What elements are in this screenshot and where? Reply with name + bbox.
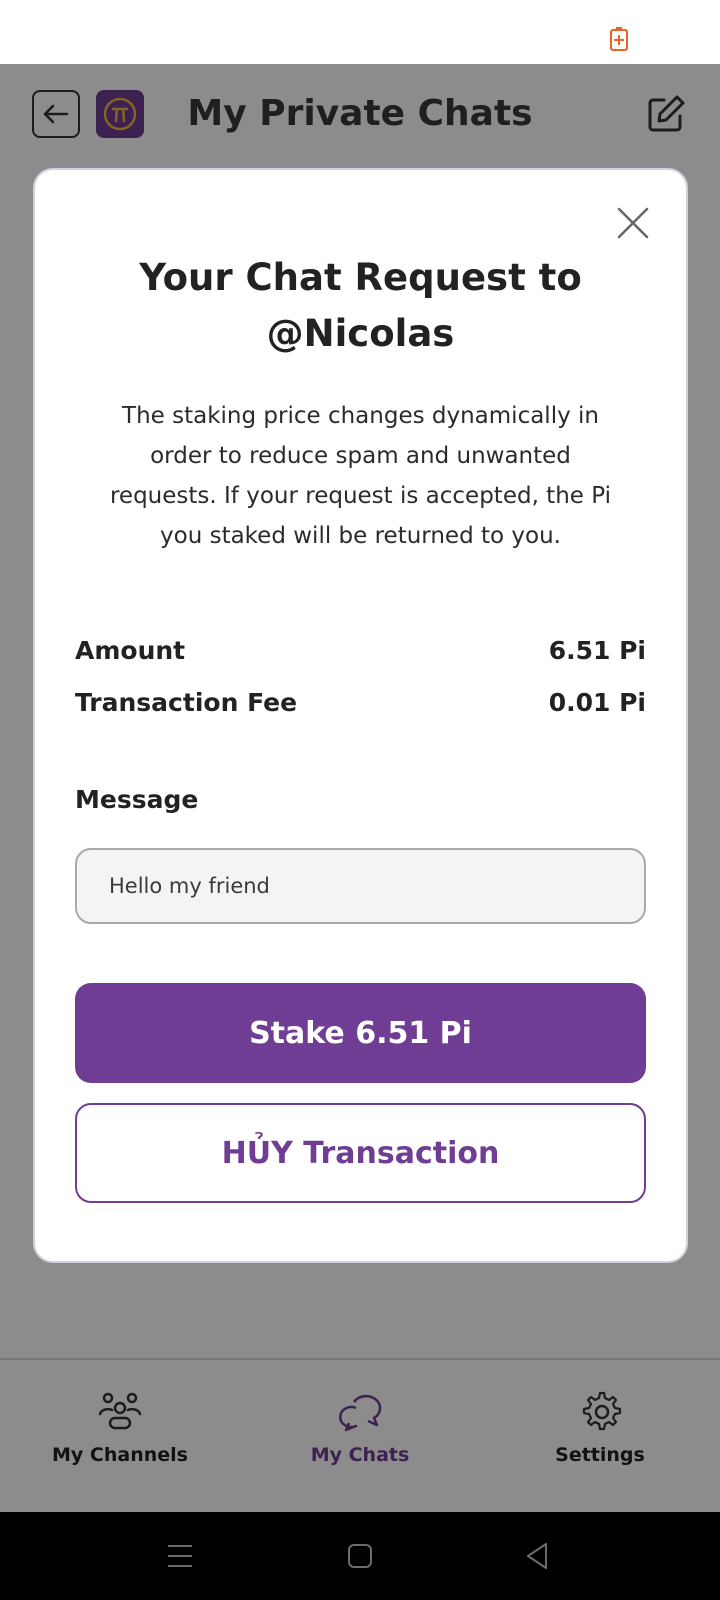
stake-button[interactable]: Stake 6.51 Pi [75,983,646,1083]
dialog-title: Your Chat Request to @Nicolas [75,250,646,362]
chat-request-dialog: Your Chat Request to @Nicolas The stakin… [33,168,688,1263]
amount-value: 6.51 Pi [548,635,646,665]
staking-description: The staking price changes dynamically in… [109,403,611,549]
status-bar [0,0,720,64]
system-navigation-bar [0,1512,720,1600]
fee-row: Transaction Fee 0.01 Pi [75,682,646,722]
cancel-transaction-button[interactable]: HỦY Transaction [75,1103,646,1203]
fee-value: 0.01 Pi [548,687,646,717]
amount-label: Amount [75,635,186,665]
menu-icon[interactable] [164,1540,196,1572]
battery-charging-icon [610,27,628,51]
home-icon[interactable] [344,1540,376,1572]
fee-label: Transaction Fee [75,687,298,717]
dialog-title-line: Your Chat Request to [139,256,582,299]
amount-row: Amount 6.51 Pi [75,630,646,670]
back-triangle-icon[interactable] [522,1540,554,1572]
message-input[interactable] [75,848,646,924]
message-label: Message [75,785,199,814]
close-icon[interactable] [616,206,650,240]
recipient-handle: @Nicolas [266,312,455,355]
